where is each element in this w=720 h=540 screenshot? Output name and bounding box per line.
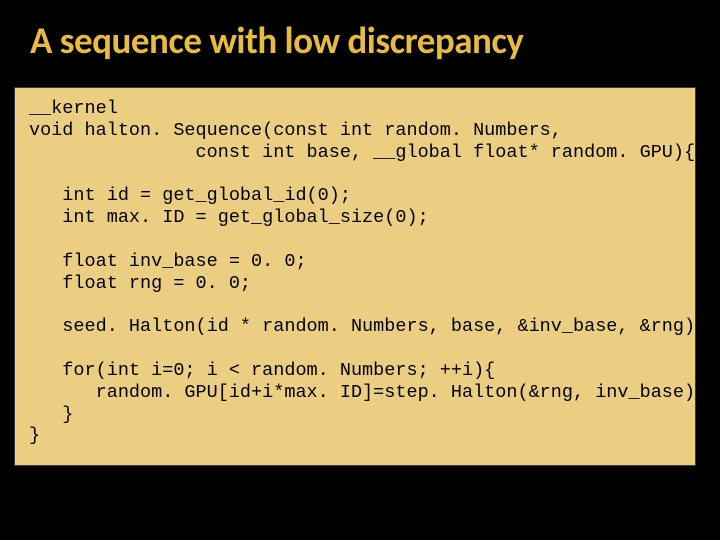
code-line: }	[29, 404, 73, 425]
code-line: __kernel	[29, 98, 118, 119]
code-line: float rng = 0. 0;	[29, 273, 251, 294]
slide-title: A sequence with low discrepancy	[30, 18, 690, 63]
title-bar: A sequence with low discrepancy	[0, 0, 720, 73]
code-line: int id = get_global_id(0);	[29, 185, 351, 206]
code-line: float inv_base = 0. 0;	[29, 251, 307, 272]
code-line: seed. Halton(id * random. Numbers, base,…	[29, 316, 696, 337]
code-line: const int base, __global float* random. …	[29, 142, 695, 163]
code-block: __kernel void halton. Sequence(const int…	[14, 87, 696, 466]
code-line: void halton. Sequence(const int random. …	[29, 120, 562, 141]
code-line: int max. ID = get_global_size(0);	[29, 207, 429, 228]
code-line: for(int i=0; i < random. Numbers; ++i){	[29, 360, 495, 381]
code-line: random. GPU[id+i*max. ID]=step. Halton(&…	[29, 382, 696, 403]
code-line: }	[29, 425, 40, 446]
